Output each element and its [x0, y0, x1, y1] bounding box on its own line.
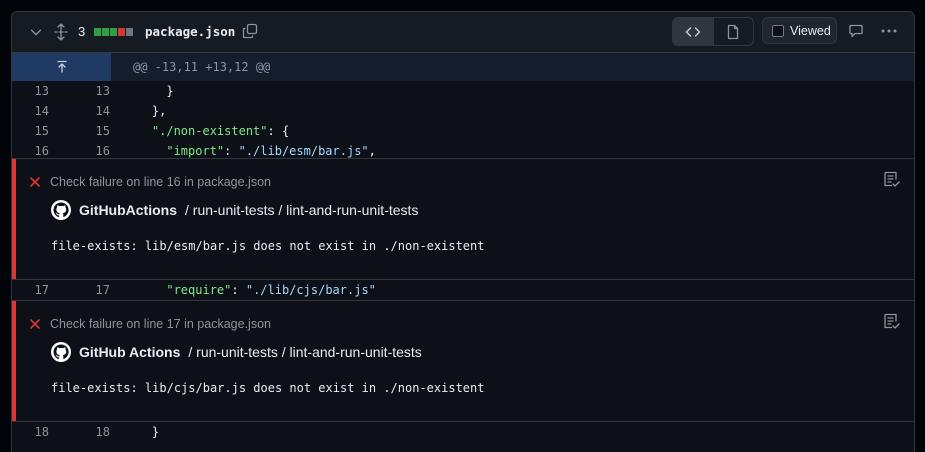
- annotation-header: Check failure on line 17 in package.json: [29, 317, 271, 331]
- x-icon: [30, 177, 40, 187]
- diff-line: 14 14 },: [12, 101, 914, 121]
- line-number-new[interactable]: 17: [73, 280, 110, 300]
- code-text: "./non-existent": {: [151, 124, 290, 138]
- raw-annotation-icon[interactable]: [882, 170, 900, 188]
- line-number-old[interactable]: 18: [12, 422, 49, 442]
- annotation-title: Check failure on line 16 in package.json: [50, 175, 271, 189]
- annotation-title: Check failure on line 17 in package.json: [50, 317, 271, 331]
- file-name[interactable]: package.json: [145, 24, 235, 39]
- diffstat-block: [126, 28, 133, 36]
- line-number-old[interactable]: 16: [12, 141, 49, 158]
- expand-up-button[interactable]: [12, 53, 111, 81]
- x-icon: [30, 319, 40, 329]
- diffstat: [94, 28, 133, 36]
- diffstat-block: [102, 28, 109, 36]
- code-text: }: [123, 84, 174, 98]
- hunk-header: @@ -13,11 +13,12 @@: [12, 53, 914, 81]
- line-number-new[interactable]: 18: [73, 422, 110, 442]
- github-logo-icon: [51, 342, 71, 362]
- diffstat-block: [110, 28, 117, 36]
- view-toggle: [672, 17, 754, 46]
- diff-lines-1: 13 13 } 14 14 }, 15 15 "./non-existent":…: [12, 81, 914, 158]
- comment-icon[interactable]: [848, 23, 864, 39]
- line-number-old[interactable]: 17: [12, 280, 49, 300]
- github-logo-icon: [51, 200, 71, 220]
- diff-line: 13 13 }: [12, 81, 914, 101]
- annotation-message: file-exists: lib/esm/bar.js does not exi…: [51, 239, 485, 253]
- file-header: 3 package.json Viewed: [12, 12, 914, 53]
- copy-icon[interactable]: [242, 23, 258, 39]
- app-name[interactable]: GitHubActions: [79, 202, 177, 218]
- workflow-path[interactable]: / run-unit-tests / lint-and-run-unit-tes…: [188, 344, 421, 360]
- diffstat-block: [118, 28, 125, 36]
- viewed-checkbox[interactable]: Viewed: [762, 17, 837, 44]
- hunk-range: @@ -13,11 +13,12 @@: [133, 60, 271, 74]
- diff-lines-3: 18 18 }: [12, 422, 914, 442]
- annotation-message: file-exists: lib/cjs/bar.js does not exi…: [51, 381, 485, 395]
- raw-annotation-icon[interactable]: [882, 312, 900, 330]
- changes-count: 3: [78, 24, 86, 39]
- expand-up-icon: [56, 60, 67, 73]
- line-number-new[interactable]: 16: [73, 141, 110, 158]
- annotation-source: GitHubActions / run-unit-tests / lint-an…: [51, 200, 418, 220]
- kebab-horizontal-icon[interactable]: [880, 23, 898, 39]
- diff-line: 15 15 "./non-existent": {: [12, 121, 914, 141]
- code-text: },: [123, 104, 167, 118]
- diff-file: 3 package.json Viewed @@ -13,11 +13,12 @…: [11, 11, 915, 452]
- check-annotation: Check failure on line 17 in package.json…: [12, 300, 914, 422]
- code-icon: [685, 26, 700, 37]
- line-number-old[interactable]: 15: [12, 121, 49, 141]
- diff-line: 17 17 "require": "./lib/cjs/bar.js": [12, 280, 914, 300]
- diff-lines-2: 17 17 "require": "./lib/cjs/bar.js": [12, 280, 914, 300]
- code-text: "require": "./lib/cjs/bar.js": [166, 283, 376, 297]
- rich-view-button[interactable]: [712, 18, 754, 45]
- line-number-new[interactable]: 15: [73, 121, 110, 141]
- line-number-new[interactable]: 14: [73, 101, 110, 121]
- file-icon: [728, 24, 739, 39]
- annotation-source: GitHub Actions / run-unit-tests / lint-a…: [51, 342, 422, 362]
- workflow-path[interactable]: / run-unit-tests / lint-and-run-unit-tes…: [185, 202, 418, 218]
- annotation-header: Check failure on line 16 in package.json: [29, 175, 271, 189]
- diff-line: 16 16 "import": "./lib/esm/bar.js",: [12, 141, 914, 158]
- app-name[interactable]: GitHub Actions: [79, 344, 180, 360]
- line-number-new[interactable]: 13: [73, 81, 110, 101]
- viewed-label: Viewed: [790, 23, 831, 38]
- check-annotation: Check failure on line 16 in package.json…: [12, 158, 914, 280]
- line-number-old[interactable]: 14: [12, 101, 49, 121]
- line-number-old[interactable]: 13: [12, 81, 49, 101]
- unfold-icon[interactable]: [54, 23, 68, 41]
- code-text: "import": "./lib/esm/bar.js",: [166, 144, 376, 158]
- code-view-button[interactable]: [673, 18, 713, 45]
- chevron-down-icon[interactable]: [29, 25, 43, 39]
- diff-line: 18 18 }: [12, 422, 914, 442]
- code-text: }: [123, 425, 160, 439]
- checkbox-box[interactable]: [772, 24, 784, 37]
- diffstat-block: [94, 28, 101, 36]
